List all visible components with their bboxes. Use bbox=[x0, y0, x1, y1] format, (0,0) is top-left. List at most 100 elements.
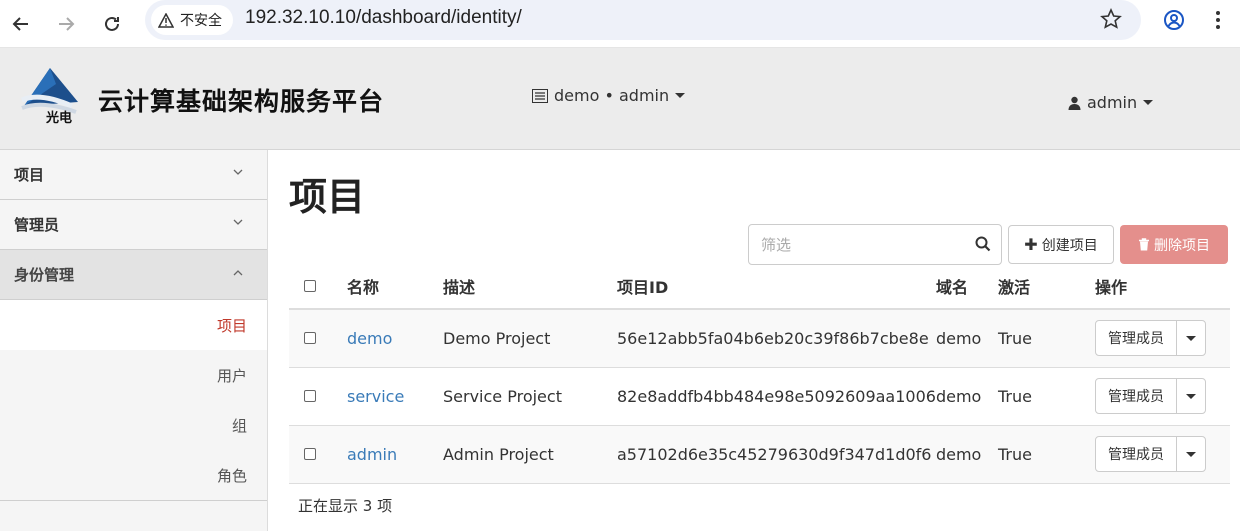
table-row: service Service Project 82e8addfb4bb484e… bbox=[289, 367, 1230, 426]
row-actions-dropdown[interactable] bbox=[1177, 379, 1205, 413]
security-label: 不安全 bbox=[180, 13, 222, 29]
page-title: 项目 bbox=[289, 175, 366, 219]
app-header: 光电 云计算基础架构服务平台 demo • admin admin bbox=[0, 48, 1240, 150]
row-checkbox[interactable] bbox=[304, 331, 316, 344]
table-row: demo Demo Project 56e12abb5fa04b6eb20c39… bbox=[289, 309, 1230, 368]
row-actions: 管理成员 bbox=[1094, 320, 1206, 357]
row-checkbox[interactable] bbox=[304, 447, 316, 460]
sidebar-item-users[interactable]: 用户 bbox=[0, 350, 267, 400]
column-header-name[interactable]: 名称 bbox=[327, 264, 443, 310]
project-name-link[interactable]: admin bbox=[347, 445, 397, 464]
project-description: Admin Project bbox=[443, 425, 617, 484]
sidebar-section-label: 项目 bbox=[14, 166, 45, 184]
project-id: 82e8addfb4bb484e98e5092609aa1006 bbox=[617, 367, 936, 426]
logo-text: 光电 bbox=[45, 110, 72, 124]
project-description: Service Project bbox=[443, 367, 617, 426]
delete-projects-button[interactable]: 删除项目 bbox=[1120, 225, 1228, 264]
sidebar-section-project[interactable]: 项目 bbox=[0, 150, 267, 200]
project-name-link[interactable]: demo bbox=[347, 329, 392, 348]
create-project-label: 创建项目 bbox=[1041, 237, 1098, 254]
column-header-domain[interactable]: 域名 bbox=[935, 264, 998, 310]
column-header-description[interactable]: 描述 bbox=[443, 264, 617, 310]
caret-down-icon bbox=[1185, 393, 1196, 399]
row-actions-dropdown[interactable] bbox=[1177, 437, 1205, 471]
row-actions-dropdown[interactable] bbox=[1177, 321, 1205, 355]
manage-members-button[interactable]: 管理成员 bbox=[1096, 321, 1177, 356]
platform-title: 云计算基础架构服务平台 bbox=[98, 87, 385, 116]
sidebar-section-label: 身份管理 bbox=[14, 266, 75, 284]
user-label: admin bbox=[1087, 93, 1138, 112]
user-icon bbox=[1068, 96, 1081, 110]
caret-down-icon bbox=[1185, 335, 1196, 341]
browser-toolbar: 不安全 192.32.10.10/dashboard/identity/ bbox=[0, 0, 1240, 48]
manage-members-button[interactable]: 管理成员 bbox=[1096, 437, 1177, 471]
reload-button[interactable] bbox=[97, 9, 127, 39]
url-text: 192.32.10.10/dashboard/identity/ bbox=[245, 7, 522, 28]
more-vertical-icon bbox=[1216, 11, 1220, 29]
arrow-left-icon bbox=[12, 17, 28, 31]
caret-down-icon bbox=[1185, 451, 1196, 457]
list-icon bbox=[532, 88, 548, 103]
project-context-switcher[interactable]: demo • admin bbox=[532, 86, 686, 105]
project-enabled: True bbox=[997, 309, 1095, 368]
project-enabled: True bbox=[997, 367, 1095, 426]
logo-icon: 光电 bbox=[20, 68, 78, 126]
profile-button[interactable] bbox=[1163, 9, 1185, 35]
column-header-project-id[interactable]: 项目ID bbox=[617, 264, 936, 310]
arrow-right-icon bbox=[59, 17, 75, 31]
sidebar-section-label: 管理员 bbox=[14, 216, 60, 234]
row-actions: 管理成员 bbox=[1094, 378, 1206, 414]
reload-icon bbox=[105, 16, 119, 31]
project-name-link[interactable]: service bbox=[347, 387, 404, 406]
caret-down-icon bbox=[1143, 100, 1154, 105]
project-description: Demo Project bbox=[443, 309, 617, 368]
manage-members-button[interactable]: 管理成员 bbox=[1096, 379, 1177, 413]
context-label: demo • admin bbox=[554, 86, 670, 105]
filter-input[interactable] bbox=[761, 234, 961, 256]
sidebar-item-projects[interactable]: 项目 bbox=[0, 300, 267, 350]
chevron-down-icon bbox=[233, 219, 243, 225]
user-menu[interactable]: admin bbox=[1068, 93, 1154, 112]
table-header-row: 名称 描述 项目ID 域名 激活 操作 bbox=[289, 264, 1230, 310]
select-all-cell bbox=[289, 264, 327, 310]
row-actions: 管理成员 bbox=[1094, 436, 1206, 472]
forward-button[interactable] bbox=[51, 9, 81, 39]
project-domain: demo bbox=[935, 309, 998, 368]
project-id: 56e12abb5fa04b6eb20c39f86b7cbe8e bbox=[617, 309, 936, 368]
row-select-cell bbox=[289, 367, 327, 426]
star-icon bbox=[1100, 8, 1122, 29]
sidebar-item-roles[interactable]: 角色 bbox=[0, 450, 267, 500]
back-button[interactable] bbox=[6, 9, 36, 39]
sidebar-item-groups[interactable]: 组 bbox=[0, 400, 267, 450]
row-select-cell bbox=[289, 425, 327, 484]
create-project-button[interactable]: ✚ 创建项目 bbox=[1008, 225, 1114, 264]
search-icon[interactable] bbox=[975, 236, 991, 252]
sidebar-section-identity[interactable]: 身份管理 bbox=[0, 250, 267, 300]
main-content: 项目 ✚ 创建项目 删除项目 名称 描述 项目ID 域名 激活 操作 demo bbox=[269, 150, 1240, 531]
account-icon bbox=[1164, 10, 1184, 30]
logo[interactable]: 光电 bbox=[20, 62, 82, 126]
delete-projects-label: 删除项目 bbox=[1154, 237, 1210, 254]
column-header-enabled[interactable]: 激活 bbox=[997, 264, 1095, 310]
bookmark-button[interactable] bbox=[1100, 8, 1122, 34]
caret-down-icon bbox=[675, 93, 686, 98]
table-row: admin Admin Project a57102d6e35c45279630… bbox=[289, 425, 1230, 484]
trash-icon bbox=[1139, 238, 1149, 251]
project-enabled: True bbox=[997, 425, 1095, 484]
address-bar[interactable]: 不安全 192.32.10.10/dashboard/identity/ bbox=[145, 0, 1141, 40]
row-checkbox[interactable] bbox=[304, 389, 316, 402]
filter-box bbox=[748, 224, 1002, 265]
sidebar-divider bbox=[0, 500, 267, 501]
browser-menu-button[interactable] bbox=[1208, 9, 1228, 35]
select-all-checkbox[interactable] bbox=[304, 279, 316, 292]
item-count: 正在显示 3 项 bbox=[298, 497, 393, 515]
project-domain: demo bbox=[935, 367, 998, 426]
row-select-cell bbox=[289, 309, 327, 368]
sidebar: 项目 管理员 身份管理 项目 用户 组 角色 bbox=[0, 150, 268, 531]
column-header-actions: 操作 bbox=[1094, 264, 1230, 310]
plus-icon: ✚ bbox=[1024, 235, 1038, 254]
security-chip[interactable]: 不安全 bbox=[151, 5, 233, 35]
chevron-down-icon bbox=[233, 169, 243, 175]
project-domain: demo bbox=[935, 425, 998, 484]
sidebar-section-admin[interactable]: 管理员 bbox=[0, 200, 267, 250]
